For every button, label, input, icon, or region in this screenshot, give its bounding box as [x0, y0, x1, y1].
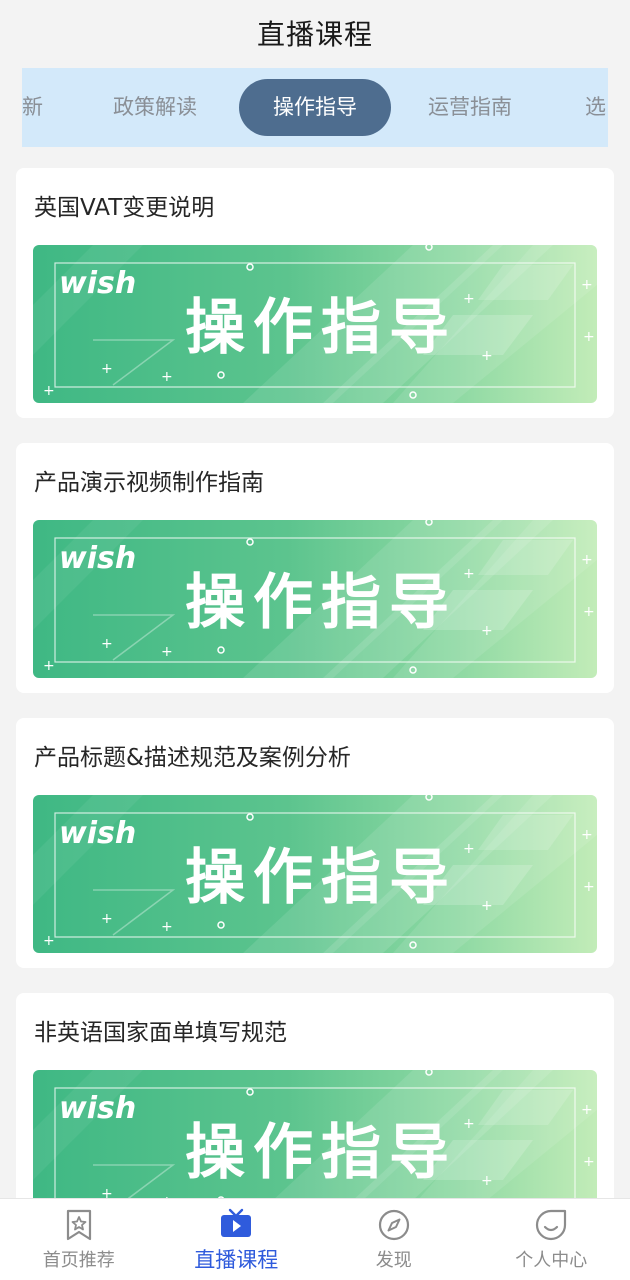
svg-text:+: +: [583, 329, 595, 345]
wish-logo: wish: [59, 541, 136, 576]
banner-text: 操作指导: [185, 843, 457, 913]
svg-text:+: +: [463, 566, 475, 582]
svg-text:+: +: [161, 369, 173, 385]
smile-face-icon: [534, 1208, 568, 1242]
category-tabs: 新 政策解读 操作指导 运营指南 选: [22, 68, 608, 147]
svg-text:+: +: [481, 623, 493, 639]
page-title: 直播课程: [256, 18, 373, 51]
svg-text:+: +: [581, 552, 593, 568]
svg-text:+: +: [463, 291, 475, 307]
svg-text:+: +: [101, 361, 113, 377]
svg-text:+: +: [463, 1116, 475, 1132]
svg-text:+: +: [43, 933, 55, 949]
tab-policy[interactable]: 政策解读: [113, 68, 197, 147]
bottom-nav: 首页推荐 直播课程 发现 个人中心: [0, 1198, 630, 1280]
app-header: 直播课程: [0, 0, 630, 66]
course-list: 英国VAT变更说明 + + + + + + + wish 操作指导 产品演示视频…: [16, 168, 614, 1268]
course-card[interactable]: 产品演示视频制作指南 + + + + + + + wish 操作指导: [16, 443, 614, 693]
svg-text:+: +: [581, 827, 593, 843]
banner-text: 操作指导: [185, 293, 457, 363]
course-banner[interactable]: + + + + + + + wish 操作指导: [33, 245, 597, 403]
course-title: 产品演示视频制作指南: [34, 470, 264, 496]
course-banner[interactable]: + + + + + + + wish 操作指导: [33, 795, 597, 953]
svg-text:+: +: [43, 658, 55, 674]
svg-text:+: +: [581, 1102, 593, 1118]
tab-partial-left[interactable]: 新: [22, 68, 43, 147]
compass-icon: [377, 1208, 411, 1242]
wish-logo: wish: [59, 816, 136, 851]
tab-partial-right[interactable]: 选: [585, 68, 606, 147]
svg-text:+: +: [101, 911, 113, 927]
tv-play-icon: [219, 1206, 253, 1240]
nav-label: 个人中心: [515, 1249, 588, 1271]
svg-text:+: +: [161, 644, 173, 660]
svg-text:+: +: [481, 898, 493, 914]
svg-text:+: +: [43, 383, 55, 399]
svg-text:+: +: [583, 879, 595, 895]
nav-item-home[interactable]: 首页推荐: [0, 1199, 158, 1280]
svg-text:+: +: [583, 1154, 595, 1170]
banner-text: 操作指导: [185, 568, 457, 638]
course-title: 英国VAT变更说明: [34, 195, 215, 221]
nav-item-profile[interactable]: 个人中心: [473, 1199, 630, 1280]
svg-text:+: +: [481, 348, 493, 364]
tab-operation-guide[interactable]: 操作指导: [239, 79, 391, 136]
nav-label: 发现: [375, 1249, 412, 1271]
course-card[interactable]: 产品标题&描述规范及案例分析 + + + + + + + wish 操作指导: [16, 718, 614, 968]
svg-text:+: +: [583, 604, 595, 620]
svg-text:+: +: [161, 919, 173, 935]
nav-label: 直播课程: [194, 1247, 279, 1272]
svg-text:+: +: [581, 277, 593, 293]
wish-logo: wish: [59, 1091, 136, 1126]
tab-operation-manual[interactable]: 运营指南: [428, 68, 512, 147]
bookmark-star-icon: [62, 1208, 96, 1242]
svg-text:+: +: [463, 841, 475, 857]
course-card[interactable]: 英国VAT变更说明 + + + + + + + wish 操作指导: [16, 168, 614, 418]
course-title: 产品标题&描述规范及案例分析: [34, 745, 351, 771]
nav-item-discover[interactable]: 发现: [315, 1199, 473, 1280]
nav-item-live-courses[interactable]: 直播课程: [158, 1199, 316, 1280]
svg-text:+: +: [481, 1173, 493, 1189]
wish-logo: wish: [59, 266, 136, 301]
course-title: 非英语国家面单填写规范: [34, 1020, 287, 1046]
banner-text: 操作指导: [185, 1118, 457, 1188]
course-banner[interactable]: + + + + + + + wish 操作指导: [33, 520, 597, 678]
svg-text:+: +: [101, 636, 113, 652]
nav-label: 首页推荐: [42, 1249, 115, 1271]
